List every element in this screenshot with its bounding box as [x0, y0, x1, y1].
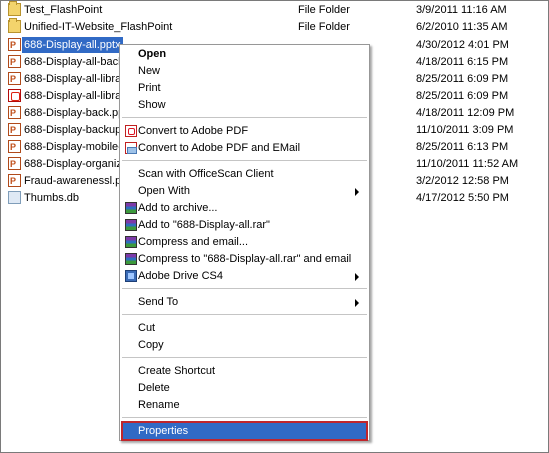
- menu-item-label: Show: [138, 99, 166, 111]
- winrar-icon: [125, 236, 137, 248]
- menu-separator: [122, 417, 367, 418]
- submenu-arrow-icon: [355, 299, 359, 307]
- context-menu: Open New Print Show Convert to Adobe PDF…: [119, 44, 370, 441]
- file-type: File Folder: [298, 21, 350, 33]
- powerpoint-icon: [8, 37, 21, 53]
- menu-item-label: Scan with OfficeScan Client: [138, 168, 274, 180]
- menu-item-label: Convert to Adobe PDF: [138, 125, 249, 137]
- powerpoint-icon: [8, 122, 21, 138]
- database-icon: [8, 191, 21, 204]
- powerpoint-icon: [8, 173, 21, 189]
- file-name: 688-Display-all-back: [24, 56, 124, 68]
- menu-separator: [122, 314, 367, 315]
- adobe-pdf-email-icon: [125, 142, 137, 154]
- menu-item-open-with[interactable]: Open With: [122, 183, 367, 200]
- file-row[interactable]: Unified-IT-Website_FlashPoint File Folde…: [1, 18, 548, 35]
- menu-item-convert-pdf[interactable]: Convert to Adobe PDF: [122, 123, 367, 140]
- menu-item-label: Convert to Adobe PDF and EMail: [138, 142, 301, 154]
- menu-item-send-to[interactable]: Send To: [122, 294, 367, 311]
- file-date: 6/2/2010 11:35 AM: [416, 21, 508, 33]
- file-name: Unified-IT-Website_FlashPoint: [24, 21, 173, 33]
- menu-item-label: Compress to "688-Display-all.rar" and em…: [138, 253, 352, 265]
- menu-item-print[interactable]: Print: [122, 80, 367, 97]
- powerpoint-icon: [8, 54, 21, 70]
- winrar-icon: [125, 202, 137, 214]
- file-date: 4/17/2012 5:50 PM: [416, 192, 509, 204]
- winrar-icon: [125, 253, 137, 265]
- powerpoint-icon: [8, 105, 21, 121]
- submenu-arrow-icon: [355, 188, 359, 196]
- menu-item-add-rar[interactable]: Add to "688-Display-all.rar": [122, 217, 367, 234]
- file-date: 11/10/2011 3:09 PM: [416, 124, 514, 136]
- submenu-arrow-icon: [355, 273, 359, 281]
- explorer-window: Test_FlashPoint File Folder 3/9/2011 11:…: [0, 0, 549, 453]
- file-date: 8/25/2011 6:09 PM: [416, 73, 509, 85]
- menu-item-label: Rename: [138, 399, 180, 411]
- winrar-icon: [125, 219, 137, 231]
- menu-separator: [122, 357, 367, 358]
- menu-item-cut[interactable]: Cut: [122, 320, 367, 337]
- menu-item-label: Create Shortcut: [138, 365, 216, 377]
- file-date: 3/9/2011 11:16 AM: [416, 4, 507, 16]
- file-name: 688-Display-backup: [24, 124, 122, 136]
- menu-item-create-shortcut[interactable]: Create Shortcut: [122, 363, 367, 380]
- menu-item-label: Add to "688-Display-all.rar": [138, 219, 270, 231]
- adobe-pdf-icon: [125, 125, 137, 137]
- menu-item-copy[interactable]: Copy: [122, 337, 367, 354]
- menu-item-open[interactable]: Open: [122, 46, 367, 63]
- powerpoint-icon: [8, 71, 21, 87]
- powerpoint-icon: [8, 139, 21, 155]
- menu-item-new[interactable]: New: [122, 63, 367, 80]
- file-name: Fraud-awarenessl.p: [24, 175, 122, 187]
- file-name: 688-Display-organiz: [24, 158, 122, 170]
- file-date: 4/18/2011 12:09 PM: [416, 107, 515, 119]
- menu-item-rename[interactable]: Rename: [122, 397, 367, 414]
- file-name: 688-Display-all-libra: [24, 90, 122, 102]
- file-type: File Folder: [298, 4, 350, 16]
- menu-separator: [122, 160, 367, 161]
- menu-separator: [122, 288, 367, 289]
- file-date: 4/18/2011 6:15 PM: [416, 56, 509, 68]
- file-name: 688-Display-mobile-: [24, 141, 122, 153]
- menu-item-label: New: [138, 65, 161, 77]
- file-date: 8/25/2011 6:09 PM: [416, 90, 509, 102]
- menu-item-label: Compress and email...: [138, 236, 249, 248]
- menu-item-label: Adobe Drive CS4: [138, 270, 223, 282]
- folder-icon: [8, 18, 21, 33]
- file-date: 8/25/2011 6:13 PM: [416, 141, 509, 153]
- menu-item-label: Open With: [138, 185, 190, 197]
- file-name: 688-Display-back.ppt: [24, 107, 128, 119]
- file-name: 688-Display-all.pptx: [22, 37, 123, 53]
- menu-item-add-archive[interactable]: Add to archive...: [122, 200, 367, 217]
- menu-item-label: Open: [138, 48, 167, 60]
- menu-item-adobe-drive[interactable]: Adobe Drive CS4: [122, 268, 367, 285]
- menu-item-show[interactable]: Show: [122, 97, 367, 114]
- file-date: 11/10/2011 11:52 AM: [416, 158, 519, 170]
- menu-item-scan[interactable]: Scan with OfficeScan Client: [122, 166, 367, 183]
- powerpoint-icon: [8, 156, 21, 172]
- pdf-icon: [8, 89, 21, 102]
- adobe-drive-icon: [125, 270, 137, 282]
- folder-icon: [8, 1, 21, 16]
- menu-item-properties[interactable]: Properties: [121, 421, 368, 441]
- menu-item-label: Add to archive...: [138, 202, 218, 214]
- menu-item-convert-pdf-email[interactable]: Convert to Adobe PDF and EMail: [122, 140, 367, 157]
- file-name: Thumbs.db: [24, 192, 80, 204]
- file-date: 4/30/2012 4:01 PM: [416, 39, 509, 51]
- file-row[interactable]: Test_FlashPoint File Folder 3/9/2011 11:…: [1, 1, 548, 18]
- menu-item-compress-email[interactable]: Compress and email...: [122, 234, 367, 251]
- menu-item-label: Send To: [138, 296, 179, 308]
- file-name: Test_FlashPoint: [24, 4, 103, 16]
- file-date: 3/2/2012 12:58 PM: [416, 175, 509, 187]
- menu-item-delete[interactable]: Delete: [122, 380, 367, 397]
- menu-item-label: Properties: [138, 425, 189, 437]
- menu-item-label: Print: [138, 82, 161, 94]
- file-name: 688-Display-all-libra: [24, 73, 122, 85]
- menu-item-label: Delete: [138, 382, 170, 394]
- menu-item-label: Copy: [138, 339, 164, 351]
- menu-separator: [122, 117, 367, 118]
- menu-item-compress-rar-email[interactable]: Compress to "688-Display-all.rar" and em…: [122, 251, 367, 268]
- menu-item-label: Cut: [138, 322, 156, 334]
